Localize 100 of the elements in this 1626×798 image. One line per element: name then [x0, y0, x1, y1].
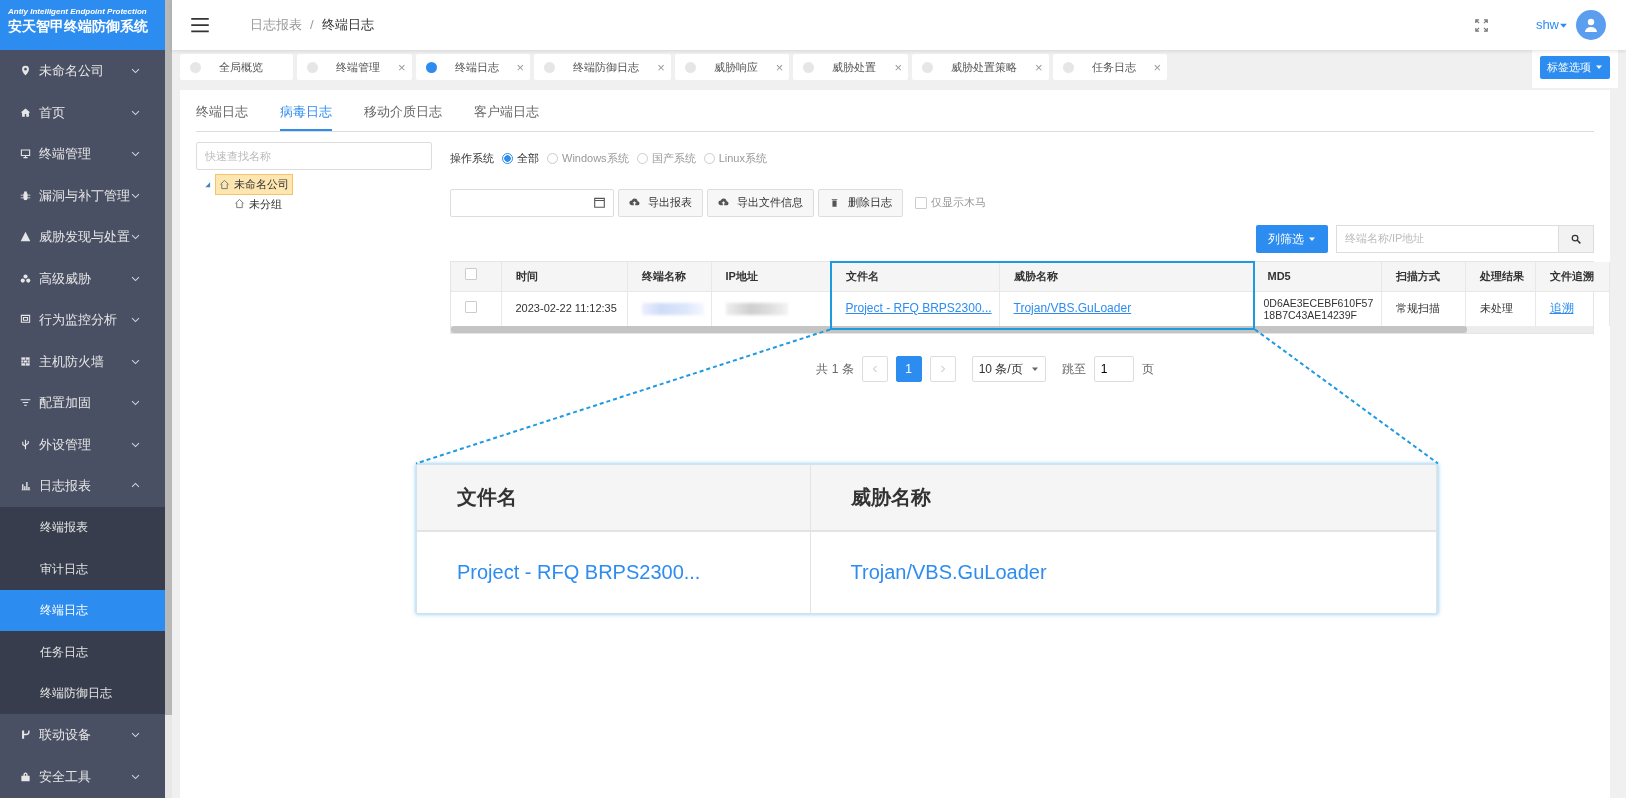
- user-icon: [1583, 17, 1599, 33]
- log-tab[interactable]: 客户端日志: [474, 91, 539, 131]
- breadcrumb-current: 终端日志: [321, 16, 374, 35]
- horizontal-scrollbar[interactable]: [451, 325, 1593, 333]
- home-icon: [20, 106, 31, 118]
- search-button[interactable]: [1558, 224, 1594, 253]
- table-link[interactable]: Project - RFQ BRPS2300...: [845, 300, 992, 315]
- sidebar-item[interactable]: 配置加固: [0, 382, 165, 424]
- toolbar-button[interactable]: 导出文件信息: [707, 188, 814, 217]
- log-tab[interactable]: 移动介质日志: [364, 91, 442, 131]
- search-field[interactable]: 终端名称/IP地址: [1336, 224, 1558, 253]
- row-checkbox[interactable]: [465, 301, 477, 314]
- column-header: 处理结果: [1465, 261, 1535, 292]
- sidebar-item[interactable]: 主机防火墙: [0, 340, 165, 382]
- menu-icon[interactable]: [190, 15, 210, 35]
- avatar[interactable]: [1576, 10, 1606, 40]
- fullscreen-icon[interactable]: [1474, 18, 1488, 32]
- tree-node[interactable]: 未命名公司: [215, 174, 293, 195]
- column-header: 终端名称: [627, 261, 711, 292]
- page-tab[interactable]: 任务日志 ×: [1052, 54, 1168, 80]
- column-header: 文件名: [831, 261, 999, 292]
- column-header: 扫描方式: [1381, 261, 1465, 292]
- page-tab[interactable]: 威胁处置策略 ×: [911, 54, 1049, 80]
- page-tab[interactable]: 终端防御日志 ×: [534, 54, 671, 80]
- product-title: 安天智甲终端防御系统: [8, 16, 149, 35]
- usb-icon: [20, 438, 31, 450]
- upload-cloud-icon: [629, 197, 640, 208]
- chevron-left-icon: [870, 364, 879, 373]
- column-header: IP地址: [711, 261, 831, 292]
- sidebar-item[interactable]: 联动设备: [0, 714, 165, 756]
- page-button[interactable]: 1: [895, 355, 922, 382]
- bug-icon: [20, 189, 31, 201]
- page-tab[interactable]: 终端日志 ×: [415, 54, 531, 80]
- monitor-icon: [20, 148, 31, 160]
- column-filter-button[interactable]: 列筛选: [1256, 224, 1328, 253]
- select-all-checkbox[interactable]: [465, 268, 477, 280]
- table-link[interactable]: Trojan/VBS.GuLoader: [850, 561, 1047, 583]
- radio-option[interactable]: 全部: [502, 150, 539, 167]
- table-cell: 常规扫描: [1381, 291, 1465, 326]
- warning-icon: [20, 231, 31, 243]
- table-link[interactable]: Project - RFQ BRPS2300...: [457, 561, 701, 583]
- sidebar-item[interactable]: 安全工具: [0, 755, 165, 797]
- house-outline-icon: [234, 198, 245, 210]
- table-cell: 未处理: [1465, 291, 1535, 326]
- search-icon: [1571, 233, 1581, 244]
- sidebar-scrollbar[interactable]: [165, 0, 172, 798]
- submenu-item[interactable]: 终端日志: [0, 589, 165, 631]
- sidebar-item[interactable]: 威胁发现与处置: [0, 216, 165, 258]
- submenu-item[interactable]: 终端防御日志: [0, 672, 165, 714]
- page-number-field[interactable]: 1: [1093, 355, 1134, 382]
- column-header: 文件名: [417, 464, 810, 531]
- product-subtitle: Antiy Intelligent Endpoint Protection: [8, 8, 148, 17]
- expanded-triangle-icon[interactable]: [204, 180, 211, 188]
- page-tab[interactable]: 威胁处置 ×: [793, 54, 908, 80]
- page-tab[interactable]: 终端管理 ×: [297, 54, 412, 80]
- log-tab[interactable]: 终端日志: [196, 91, 248, 131]
- trash-icon: [829, 197, 840, 208]
- map-pin-icon: [20, 65, 31, 77]
- total-count: 共 1 条: [816, 360, 854, 378]
- branch-icon: [20, 729, 31, 741]
- filter-icon: [20, 397, 31, 409]
- toolbar-button[interactable]: 导出报表: [618, 188, 703, 217]
- tab-options-button[interactable]: 标签选项: [1540, 56, 1610, 79]
- page-unit: 页: [1141, 360, 1154, 378]
- submenu-item[interactable]: 审计日志: [0, 548, 165, 590]
- sidebar-item[interactable]: 行为监控分析: [0, 299, 165, 341]
- page-tab[interactable]: 威胁响应 ×: [674, 54, 790, 80]
- sidebar-item[interactable]: 漏洞与补丁管理: [0, 174, 165, 216]
- user-menu[interactable]: shw: [1535, 15, 1568, 35]
- column-header: 文件追溯: [1535, 261, 1609, 292]
- breadcrumb-separator: /: [310, 16, 314, 35]
- submenu-item[interactable]: 终端报表: [0, 506, 165, 548]
- page-size-select[interactable]: 10 条/页: [971, 355, 1046, 382]
- sidebar-item[interactable]: 终端管理: [0, 133, 165, 175]
- date-field[interactable]: [450, 188, 614, 217]
- table-cell: 2023-02-22 11:12:35: [501, 291, 627, 326]
- sidebar-item[interactable]: 高级威胁: [0, 257, 165, 299]
- wall-icon: [20, 355, 31, 367]
- redacted-text-block: [641, 302, 704, 315]
- bar-chart-icon: [20, 480, 31, 492]
- table-link[interactable]: 追溯: [1549, 300, 1574, 315]
- sidebar-item[interactable]: 首页: [0, 91, 165, 133]
- sidebar-item[interactable]: 外设管理: [0, 423, 165, 465]
- submenu-item[interactable]: 任务日志: [0, 631, 165, 673]
- log-tab[interactable]: 病毒日志: [280, 91, 332, 131]
- house-outline-icon: [219, 178, 230, 190]
- tree-node[interactable]: 未分组: [231, 194, 285, 213]
- table-cell: 0D6AE3ECEBF610F5718B7C43AE14239F: [1253, 291, 1381, 326]
- column-header: MD5: [1253, 261, 1381, 292]
- jump-label: 跳至: [1061, 360, 1086, 378]
- sidebar-item[interactable]: 未命名公司: [0, 50, 165, 92]
- field-label: 操作系统: [450, 151, 494, 166]
- redacted-text-block: [725, 302, 788, 315]
- toolbar-button[interactable]: 删除日志: [818, 188, 903, 217]
- page-tab[interactable]: 全局概览: [180, 54, 293, 80]
- search-field[interactable]: 快速查找名称: [196, 142, 432, 170]
- table-link[interactable]: Trojan/VBS.GuLoader: [1013, 300, 1132, 315]
- sidebar-item[interactable]: 日志报表: [0, 465, 165, 507]
- column-header: 威胁名称: [999, 261, 1253, 292]
- lock-icon: [20, 770, 31, 782]
